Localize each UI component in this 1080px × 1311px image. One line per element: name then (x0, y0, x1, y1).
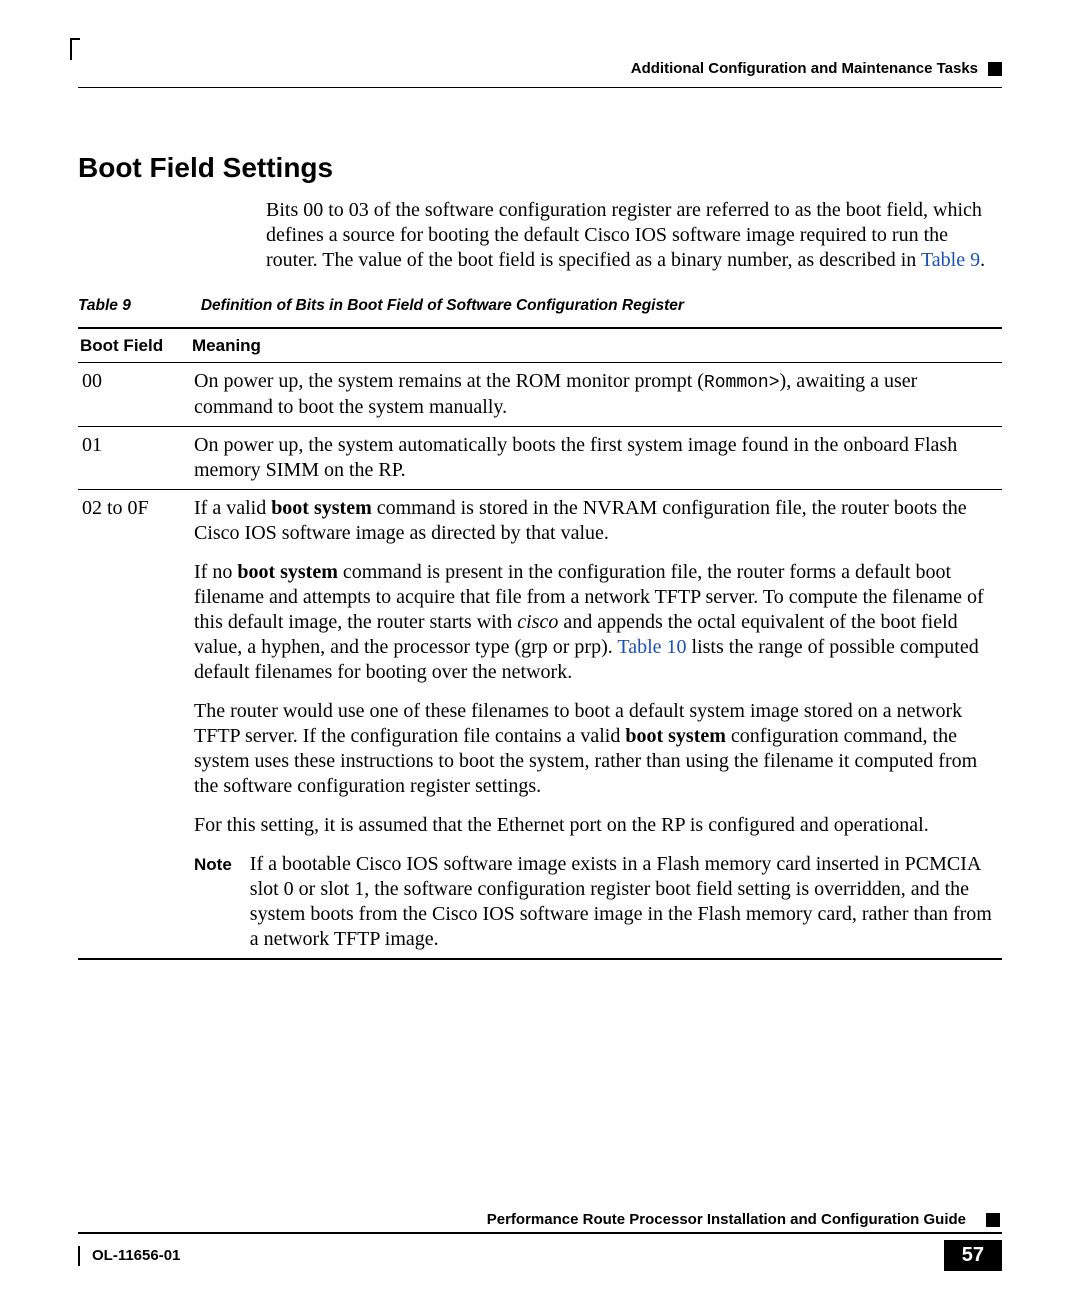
page-footer: Performance Route Processor Installation… (78, 1211, 1002, 1271)
note-text: If a bootable Cisco IOS software image e… (250, 852, 998, 952)
intro-text-a: Bits 00 to 03 of the software configurat… (266, 199, 982, 271)
table-10-xref[interactable]: Table 10 (617, 636, 686, 658)
table-label: Table 9 (78, 297, 131, 314)
table-9-xref[interactable]: Table 9 (921, 249, 980, 271)
paragraph: The router would use one of these filena… (194, 699, 998, 799)
paragraph: For this setting, it is assumed that the… (194, 813, 998, 838)
page-number-badge: 57 (944, 1240, 1002, 1271)
paragraph: If no boot system command is present in … (194, 560, 998, 685)
boot-system-kw: boot system (237, 561, 338, 583)
header-section-title: Additional Configuration and Maintenance… (631, 60, 978, 77)
table-row: 02 to 0F If a valid boot system command … (78, 489, 1002, 959)
col-meaning: Meaning (190, 328, 1002, 363)
footer-doc-number: OL-11656-01 (78, 1246, 180, 1266)
footer-guide-text: Performance Route Processor Installation… (487, 1211, 966, 1228)
footer-docnum-text: OL-11656-01 (92, 1247, 180, 1264)
boot-field-value: 01 (78, 426, 190, 489)
boot-field-value: 02 to 0F (78, 489, 190, 959)
header-square-icon (988, 62, 1002, 76)
running-header: Additional Configuration and Maintenance… (78, 60, 1002, 77)
boot-field-meaning: If a valid boot system command is stored… (190, 489, 1002, 959)
boot-field-table: Boot Field Meaning 00 On power up, the s… (78, 327, 1002, 960)
note-block: Note If a bootable Cisco IOS software im… (194, 852, 998, 952)
boot-field-value: 00 (78, 363, 190, 427)
paragraph: If a valid boot system command is stored… (194, 496, 998, 546)
text: If no (194, 561, 237, 583)
footer-bar-icon (78, 1246, 80, 1266)
col-boot-field: Boot Field (78, 328, 190, 363)
boot-system-kw: boot system (271, 497, 372, 519)
section-heading: Boot Field Settings (78, 152, 1002, 184)
text: On power up, the system remains at the R… (194, 370, 704, 392)
page: Additional Configuration and Maintenance… (0, 0, 1080, 1311)
footer-row: OL-11656-01 57 (78, 1240, 1002, 1271)
boot-system-kw: boot system (625, 725, 726, 747)
cisco-prefix: cisco (517, 611, 558, 633)
footer-guide-title: Performance Route Processor Installation… (78, 1211, 1002, 1234)
header-rule (78, 87, 1002, 88)
intro-text-b: . (980, 249, 985, 271)
crop-mark (70, 38, 72, 60)
rommon-prompt: Rommon> (704, 373, 780, 393)
table-caption-text: Definition of Bits in Boot Field of Soft… (201, 297, 684, 314)
table-header-row: Boot Field Meaning (78, 328, 1002, 363)
table-caption: Table 9 Definition of Bits in Boot Field … (78, 297, 1002, 315)
table-row: 01 On power up, the system automatically… (78, 426, 1002, 489)
intro-paragraph: Bits 00 to 03 of the software configurat… (266, 198, 1002, 273)
table-row: 00 On power up, the system remains at th… (78, 363, 1002, 427)
footer-square-icon (986, 1213, 1000, 1227)
text: If a valid (194, 497, 271, 519)
boot-field-meaning: On power up, the system remains at the R… (190, 363, 1002, 427)
boot-field-meaning: On power up, the system automatically bo… (190, 426, 1002, 489)
note-label: Note (194, 852, 232, 952)
